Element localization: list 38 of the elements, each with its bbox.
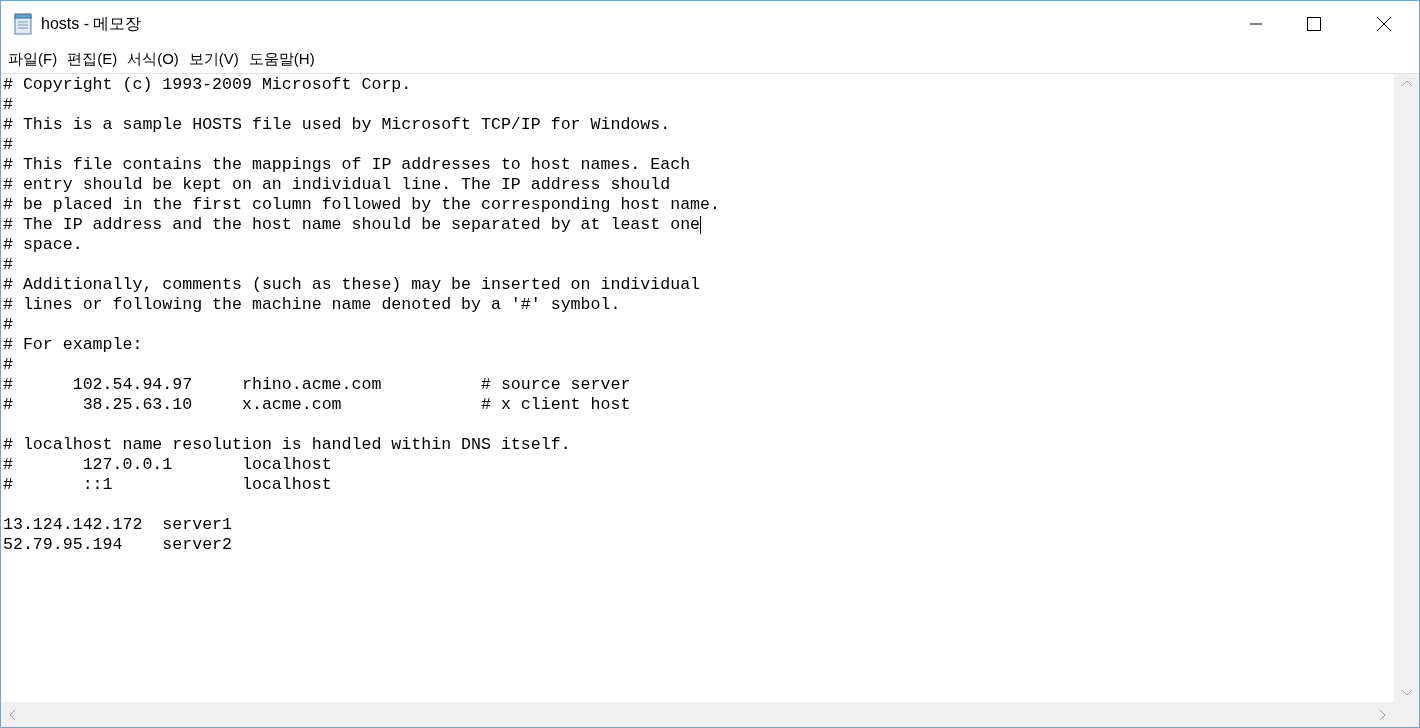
menu-item[interactable]: 서식(O) [122,48,184,71]
text-line: # [3,255,13,275]
scroll-up-icon [1401,80,1412,86]
window-title: hosts - 메모장 [41,13,142,34]
text-line: # For example: [3,335,143,355]
notepad-icon [13,12,33,35]
scroll-right-icon [1380,709,1386,720]
minimize-icon [1250,22,1262,25]
menu-item[interactable]: 도움말(H) [243,48,320,71]
text-line: 52.79.95.194 server2 [3,535,233,555]
scroll-down-icon [1401,690,1412,696]
horizontal-scrollbar[interactable] [1,702,1394,727]
text-line: # [3,135,13,155]
close-icon [1377,16,1391,31]
text-line: # [3,315,13,335]
scroll-left-icon [9,709,15,720]
text-line: # localhost name resolution is handled within DNS itself. [3,435,571,455]
text-line: # lines or following the machine name denoted by a '#' symbol. [3,295,621,315]
menu-item[interactable]: 편집(E) [62,48,123,71]
text-line: # Additionally, comments (such as these) may be inserted on individual [3,275,701,295]
text-line: # space. [3,235,83,255]
text-line: # This is a sample HOSTS file used by Microsoft TCP/IP for Windows. [3,115,671,135]
text-line: # [3,355,13,375]
menu-item[interactable]: 보기(V) [183,48,244,71]
vertical-scrollbar[interactable] [1394,74,1419,702]
text-line: # 127.0.0.1 localhost [3,455,332,475]
menu-item[interactable]: 파일(F) [3,48,63,71]
text-line: # This file contains the mappings of IP addresses to host names. Each [3,155,691,175]
maximize-icon [1307,16,1321,31]
text-line: 13.124.142.172 server1 [3,515,233,535]
text-line: # 102.54.94.97 rhino.acme.com # source server [3,375,631,395]
text-line: # The IP address and the host name should be separated by at least one [3,215,701,235]
text-line: # ::1 localhost [3,475,332,495]
text-line: # entry should be kept on an individual line. The IP address should [3,175,671,195]
text-line: # [3,95,13,115]
text-line: # be placed in the first column followed by the corresponding host name. [3,195,720,215]
text-line: # Copyright (c) 1993-2009 Microsoft Corp. [3,75,412,95]
text-line: # 38.25.63.10 x.acme.com # x client host [3,395,631,415]
